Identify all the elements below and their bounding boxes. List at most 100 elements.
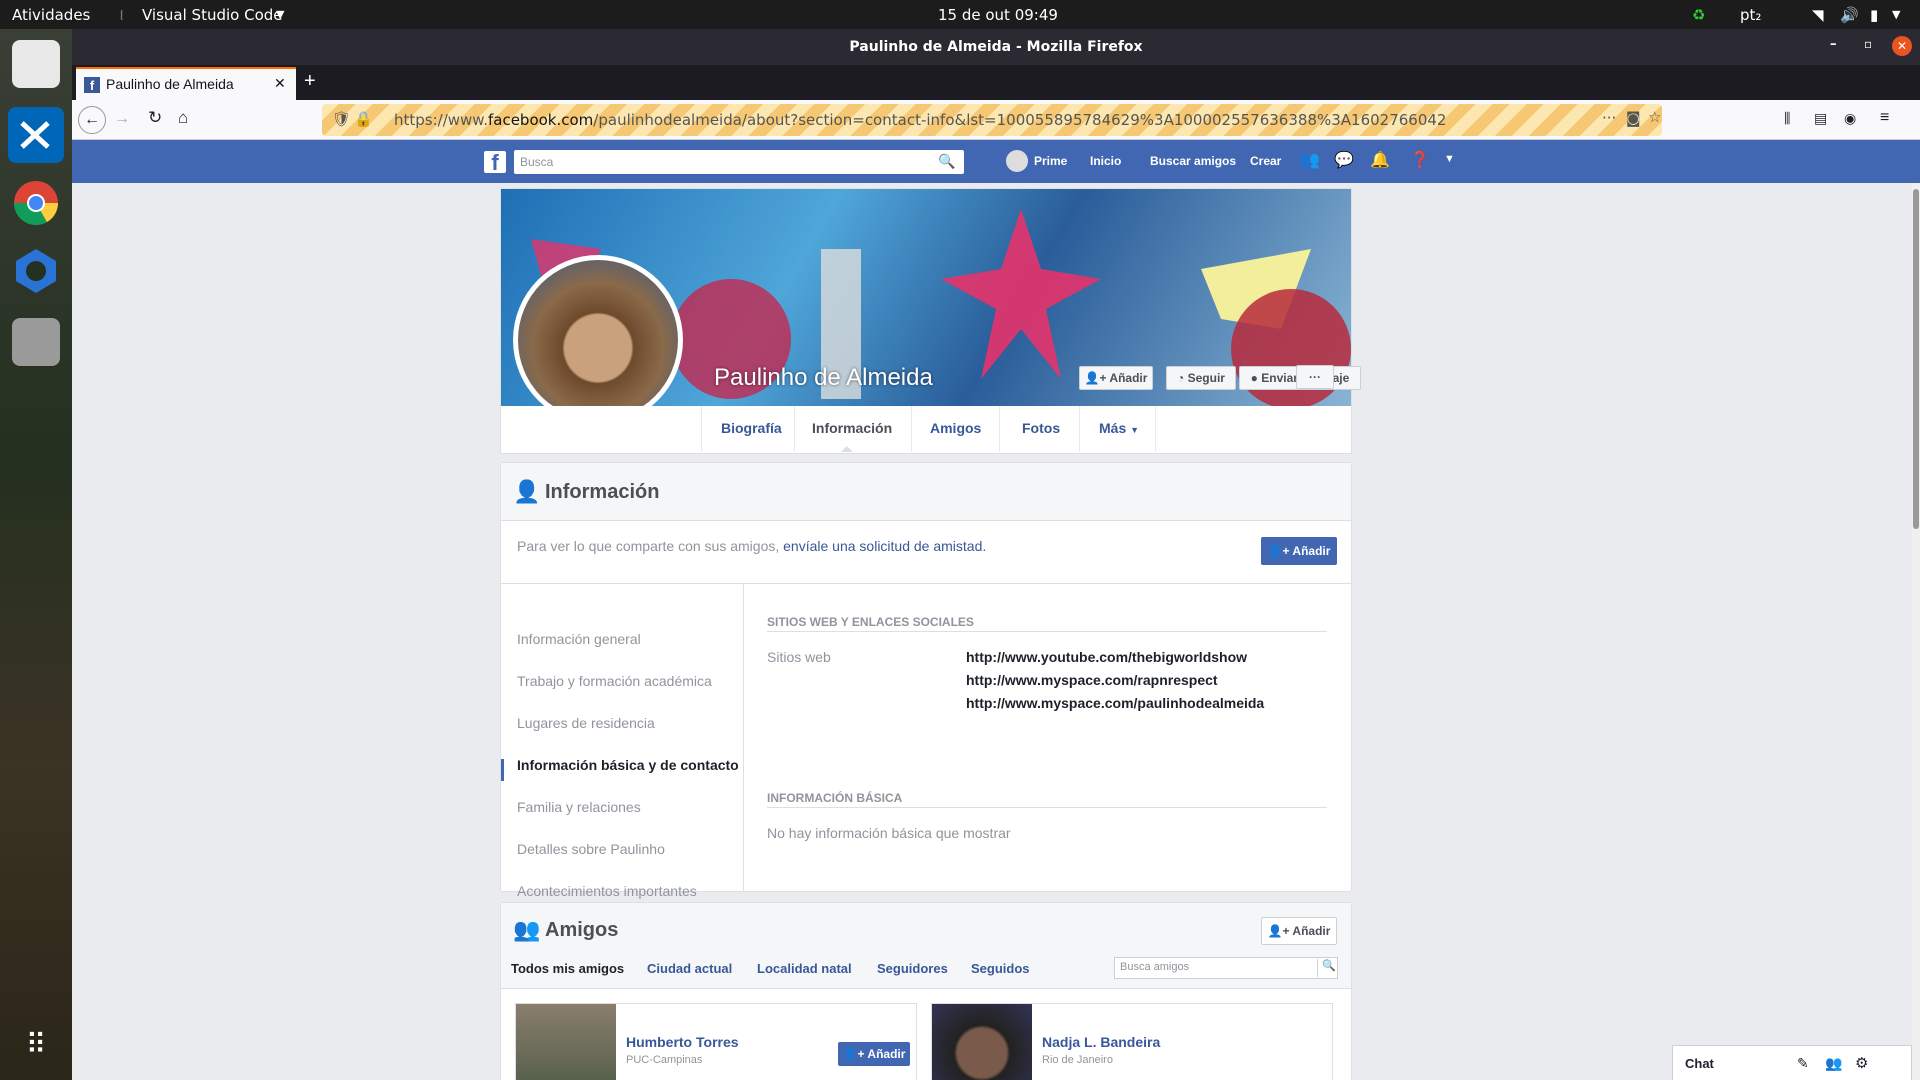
account-menu-chevron-icon[interactable]: ▼ [1444,153,1455,165]
compose-icon[interactable]: ✎ [1797,1055,1809,1072]
profile-picture[interactable] [513,255,683,425]
page-actions-icon[interactable]: ··· [1602,109,1616,127]
section-contact-basic-info[interactable]: Información básica y de contacto [517,757,739,773]
friends-search-icon[interactable]: 🔍 [1317,959,1336,977]
section-work-education[interactable]: Trabajo y formación académica [517,673,712,689]
clock[interactable]: 15 de out 09:49 [938,6,1058,24]
tab-biography[interactable]: Biografía [721,420,782,436]
friends-tab-followers[interactable]: Seguidores [877,961,948,976]
friend-name[interactable]: Nadja L. Bandeira [1042,1034,1160,1050]
add-friend-list-button[interactable]: 👤+ Añadir [838,1042,910,1066]
messenger-icon[interactable]: 💬 [1334,150,1354,170]
friend-name[interactable]: Humberto Torres [626,1034,739,1050]
vscode-icon[interactable] [8,107,64,163]
section-places[interactable]: Lugares de residencia [517,715,655,731]
chrome-icon[interactable] [12,179,60,227]
follow-button[interactable]: ◔ Seguir [1166,366,1236,390]
tab-more[interactable]: Más ▼ [1099,420,1139,436]
scrollbar[interactable] [1912,183,1920,1080]
tab-active[interactable]: f Paulinho de Almeida ✕ [76,67,296,100]
files-icon[interactable] [12,40,60,88]
nav-find-friends[interactable]: Buscar amigos [1150,154,1236,168]
search-icon[interactable]: 🔍 [938,153,955,170]
kubernetes-app-icon[interactable] [12,247,60,295]
forward-icon[interactable]: → [114,110,130,128]
friends-search-placeholder: Busca amigos [1120,961,1190,973]
wifi-icon[interactable]: ◥ [1812,6,1824,24]
website-link[interactable]: http://www.youtube.com/thebigworldshow [966,649,1247,665]
home-icon[interactable]: ⌂ [178,108,188,128]
bookmark-star-icon[interactable]: ☆ [1648,108,1661,126]
chat-bar[interactable]: Chat ✎ 👥 ⚙ [1672,1045,1912,1080]
fb-search-input[interactable]: Busca 🔍 [514,150,964,174]
minimize-icon[interactable]: – [1830,37,1837,52]
disk-icon[interactable] [12,318,60,366]
friends-tab-hometown[interactable]: Localidad natal [757,961,852,976]
friends-tab-current-city[interactable]: Ciudad actual [647,961,732,976]
friend-requests-icon[interactable]: 👥 [1300,150,1320,170]
activities-button[interactable]: Atividades [12,6,90,24]
battery-icon[interactable]: ▮ [1870,6,1878,24]
facebook-favicon-icon: f [84,77,100,93]
friend-photo[interactable] [516,1004,616,1080]
url-bar[interactable]: 🛡 🔒 https://www.facebook.com/paulinhodea… [322,104,1662,136]
close-icon[interactable]: ✕ [1892,36,1912,56]
reload-icon[interactable]: ↻ [148,108,162,128]
new-tab-icon[interactable]: + [304,70,316,93]
send-request-link[interactable]: envíale una solicitud de amistad. [783,538,986,554]
menu-icon[interactable]: ≡ [1880,109,1889,127]
account-icon[interactable]: ◉ [1844,110,1856,127]
system-menu-chevron-icon[interactable]: ▼ [1892,8,1900,21]
tab-information[interactable]: Información [812,420,892,436]
notifications-icon[interactable]: 🔔 [1370,150,1390,170]
website-link[interactable]: http://www.myspace.com/paulinhodealmeida [966,695,1264,711]
section-life-events[interactable]: Acontecimientos importantes [517,883,697,899]
add-friend-button[interactable]: 👤+ Añadir [1079,366,1153,390]
facebook-logo-icon[interactable]: f [484,151,506,175]
back-icon[interactable]: ← [78,106,106,134]
scrollbar-thumb[interactable] [1913,189,1919,529]
active-app-menu[interactable]: Visual Studio Code [142,6,283,24]
url-text[interactable]: https://www.facebook.com/paulinhodealmei… [394,111,1446,129]
pocket-icon[interactable]: ◙ [1626,109,1641,127]
group-icon[interactable]: 👥 [1825,1055,1842,1072]
add-friend-friends-button[interactable]: 👤+ Añadir [1261,917,1337,945]
recycle-icon[interactable]: ♻ [1692,6,1705,24]
tab-photos[interactable]: Fotos [1022,420,1060,436]
friend-subtitle: Rio de Janeiro [1042,1054,1113,1066]
friends-tab-following[interactable]: Seguidos [971,961,1030,976]
friends-icon: 👥 [513,917,541,942]
friends-tab-all[interactable]: Todos mis amigos [511,961,624,976]
profile-more-button[interactable]: ··· [1296,365,1334,389]
library-icon[interactable]: ⫼ [1784,110,1790,127]
help-icon[interactable]: ❓ [1410,150,1430,170]
settings-gear-icon[interactable]: ⚙ [1855,1054,1868,1072]
nav-home[interactable]: Inicio [1090,154,1121,168]
language-indicator[interactable]: pt₂ [1740,6,1761,24]
lock-icon[interactable]: 🔒 [354,110,373,128]
friend-photo[interactable] [932,1004,1032,1080]
avatar[interactable] [1006,150,1028,172]
nav-create[interactable]: Crear [1250,154,1281,168]
fb-search-placeholder: Busca [520,155,554,169]
website-link[interactable]: http://www.myspace.com/rapnrespect [966,672,1218,688]
tab-friends[interactable]: Amigos [930,420,981,436]
profile-tabs: Biografía Información Amigos Fotos Más ▼ [500,406,1352,454]
maximize-icon[interactable]: ▫ [1864,37,1872,51]
sidebar-icon[interactable]: ▤ [1814,110,1827,127]
section-overview[interactable]: Información general [517,631,641,647]
show-apps-icon[interactable]: ⠿ [12,1021,60,1069]
friends-search-input[interactable]: Busca amigos 🔍 [1114,957,1338,979]
basic-info-empty: No hay información básica que mostrar [767,825,1011,841]
nav-profile[interactable]: Prime [1034,154,1067,168]
volume-icon[interactable]: 🔊 [1840,6,1859,24]
add-friend-info-button[interactable]: 👤+ Añadir [1261,537,1337,565]
follow-label: Seguir [1187,371,1225,385]
section-family[interactable]: Familia y relaciones [517,799,641,815]
section-details[interactable]: Detalles sobre Paulinho [517,841,665,857]
tab-close-icon[interactable]: ✕ [274,75,286,92]
person-icon: 👤 [513,479,541,504]
add-friend-icon: 👤+ [1084,371,1107,385]
shield-icon[interactable]: 🛡 [332,110,351,128]
window-title: Paulinho de Almeida - Mozilla Firefox [849,39,1143,55]
